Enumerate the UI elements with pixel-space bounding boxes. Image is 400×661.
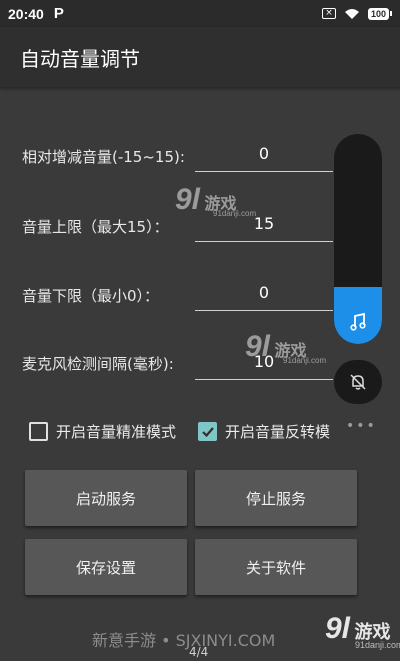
- reverse-mode-label: 开启音量反转模: [225, 423, 331, 441]
- check-icon: [201, 426, 214, 437]
- reverse-mode-option[interactable]: 开启音量反转模: [198, 421, 330, 442]
- precise-mode-checkbox[interactable]: [29, 422, 48, 441]
- watermark: 9l 游戏 91danji.com: [175, 183, 257, 218]
- footer-credit: 新意手游 • SJXINYI.COM: [92, 631, 276, 650]
- page-indicator: 4/4: [189, 645, 209, 659]
- app-title: 自动音量调节: [20, 46, 140, 71]
- start-service-button[interactable]: 启动服务: [25, 470, 187, 526]
- reverse-mode-checkbox[interactable]: [198, 422, 217, 441]
- relative-volume-label: 相对增减音量(-15~15):: [22, 148, 185, 166]
- close-box-icon: ×: [321, 8, 336, 19]
- bell-off-icon: [350, 374, 366, 390]
- precise-mode-option[interactable]: 开启音量精准模式: [29, 421, 176, 442]
- more-dots-icon[interactable]: •••: [346, 418, 377, 434]
- mute-button[interactable]: [334, 360, 382, 404]
- volume-max-label: 音量上限（最大15）：: [22, 218, 169, 236]
- footer-logo: 9l 游戏 91danji.com: [325, 612, 400, 650]
- volume-min-input[interactable]: [195, 275, 333, 311]
- app-notification-icon: P: [53, 5, 64, 22]
- watermark: 9l 游戏 91danji.com: [245, 330, 327, 365]
- precise-mode-label: 开启音量精准模式: [56, 423, 177, 441]
- app-bar: 自动音量调节: [0, 27, 400, 87]
- volume-slider[interactable]: [334, 134, 382, 344]
- wifi-icon: [344, 8, 359, 19]
- status-bar: 20:40 P × 100: [0, 0, 400, 27]
- music-note-icon: [350, 312, 366, 331]
- save-settings-button[interactable]: 保存设置: [25, 539, 187, 595]
- battery-icon: 100: [367, 7, 392, 20]
- about-app-button[interactable]: 关于软件: [195, 539, 357, 595]
- battery-level: 100: [367, 7, 389, 20]
- volume-min-label: 音量下限（最小0）：: [22, 287, 160, 305]
- mic-interval-label: 麦克风检测间隔(毫秒):: [22, 355, 174, 373]
- relative-volume-input[interactable]: [195, 136, 333, 172]
- stop-service-button[interactable]: 停止服务: [195, 470, 357, 526]
- status-icons: × 100: [321, 7, 392, 20]
- status-time: 20:40: [8, 5, 44, 22]
